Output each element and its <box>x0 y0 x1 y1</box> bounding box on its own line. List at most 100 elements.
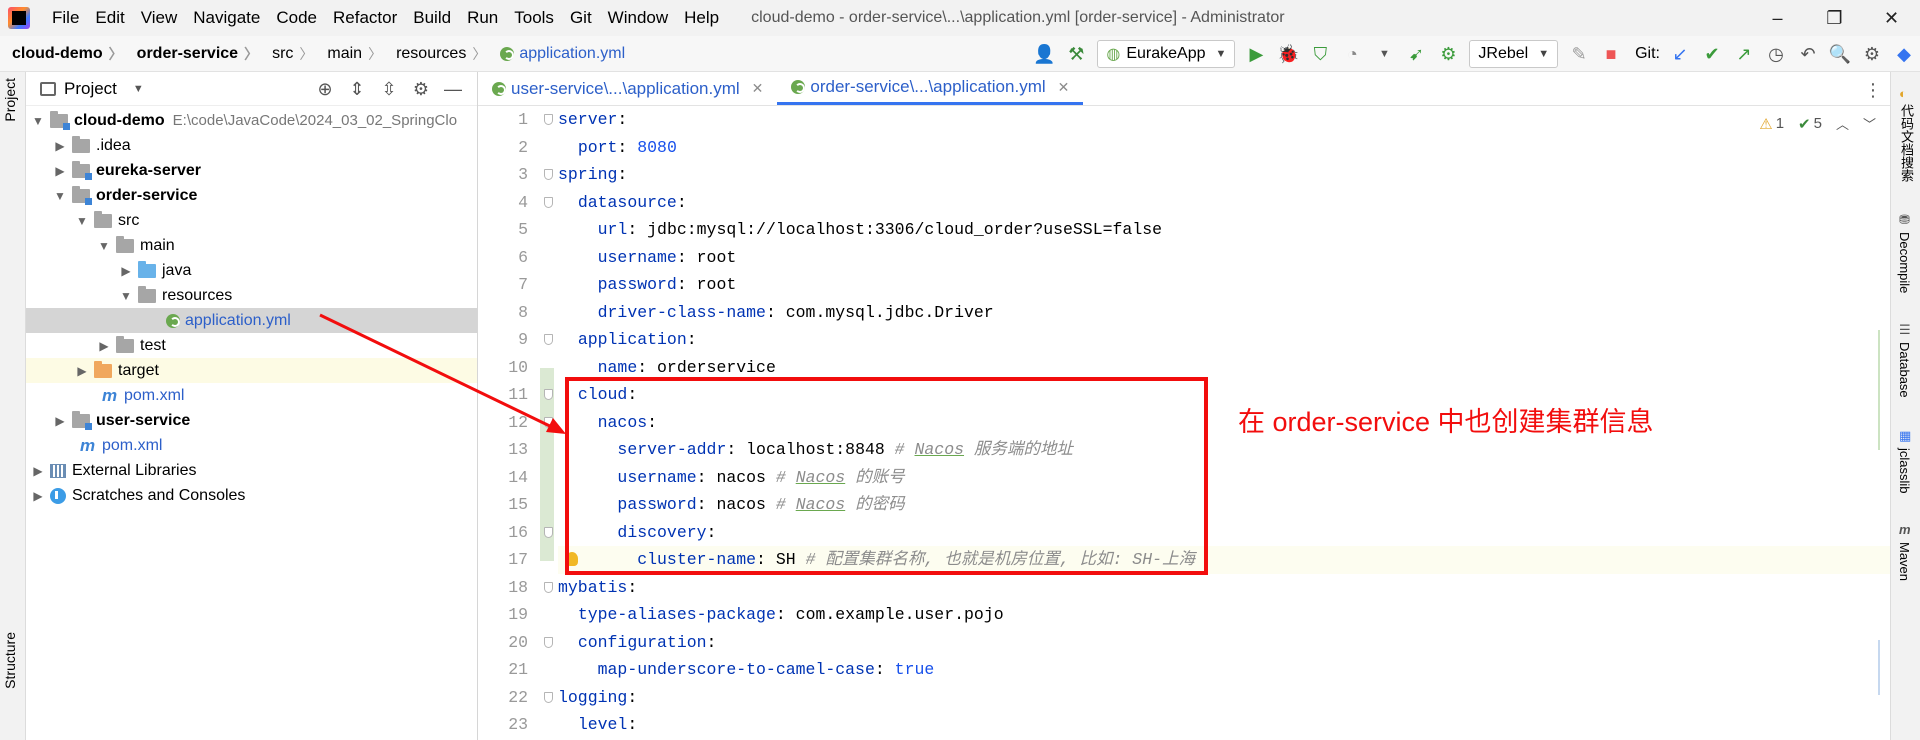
jrebel-run-icon[interactable]: ➹ <box>1402 40 1430 68</box>
menu-tools[interactable]: Tools <box>506 0 562 36</box>
tab-user-service-application-yml[interactable]: user-service\...\application.yml ✕ <box>478 72 777 105</box>
search-icon[interactable]: 🔍 <box>1826 40 1854 68</box>
chevron-up-icon[interactable]: ︿ <box>1836 114 1849 133</box>
code-line[interactable]: password: root <box>558 271 1890 299</box>
restore-button[interactable]: ❐ <box>1806 0 1863 36</box>
tool-tab-doc-search[interactable]: 代码文档搜索 <box>1897 104 1916 182</box>
close-icon[interactable]: ✕ <box>752 80 764 97</box>
expand-all-icon[interactable]: ⇕ <box>341 79 373 100</box>
chevron-down-icon[interactable]: ▼ <box>118 289 134 303</box>
tree-item-main[interactable]: ▼ main <box>26 233 477 258</box>
code-line[interactable]: server: <box>558 106 1890 134</box>
stop-icon[interactable]: ■ <box>1597 40 1625 68</box>
git-commit-icon[interactable]: ✔ <box>1698 40 1726 68</box>
chevron-down-icon[interactable]: ▼ <box>96 239 112 253</box>
fold-marker-icon[interactable] <box>544 691 553 703</box>
tree-item-src[interactable]: ▼ src <box>26 208 477 233</box>
run-icon[interactable]: ▶ <box>1242 40 1270 68</box>
fold-marker-icon[interactable] <box>544 196 553 208</box>
fold-marker-icon[interactable] <box>544 114 553 125</box>
chevron-right-icon[interactable]: ▶ <box>52 164 68 178</box>
menu-refactor[interactable]: Refactor <box>325 0 405 36</box>
code-line[interactable]: spring: <box>558 161 1890 189</box>
tool-tab-maven[interactable]: Maven <box>1897 542 1912 581</box>
inspection-widget[interactable]: ⚠ 1 ✔ 5 ︿ ﹀ <box>1759 114 1876 133</box>
chevron-down-icon[interactable]: ﹀ <box>1863 114 1876 133</box>
chevron-right-icon[interactable]: ▶ <box>74 364 90 378</box>
tree-item-root-pom-xml[interactable]: m pom.xml <box>26 433 477 458</box>
collapse-all-icon[interactable]: ⇳ <box>373 79 405 100</box>
history-icon[interactable]: ◷ <box>1762 40 1790 68</box>
breadcrumb-main[interactable]: main 〉 <box>315 44 384 64</box>
chevron-down-icon[interactable]: ▼ <box>52 189 68 203</box>
hammer-build-icon[interactable]: ⚒ <box>1062 40 1090 68</box>
tree-item-eureka-server[interactable]: ▶ eureka-server <box>26 158 477 183</box>
tab-order-service-application-yml[interactable]: order-service\...\application.yml ✕ <box>777 72 1084 105</box>
close-window-button[interactable]: ✕ <box>1863 0 1920 36</box>
menu-edit[interactable]: Edit <box>87 0 132 36</box>
tree-item-target[interactable]: ▶ target <box>26 358 477 383</box>
tree-item-scratches[interactable]: ▶ Scratches and Consoles <box>26 483 477 508</box>
tree-item-idea[interactable]: ▶ .idea <box>26 133 477 158</box>
debug-icon[interactable]: 🐞 <box>1274 40 1302 68</box>
breadcrumb-cloud-demo[interactable]: cloud-demo 〉 <box>0 44 125 64</box>
git-push-icon[interactable]: ↗ <box>1730 40 1758 68</box>
code-line[interactable]: map-underscore-to-camel-case: true <box>558 656 1890 684</box>
run-config-dropdown[interactable]: ◍ EurakeApp ▼ <box>1097 40 1236 68</box>
code-line[interactable]: username: root <box>558 244 1890 272</box>
menu-build[interactable]: Build <box>405 0 459 36</box>
close-icon[interactable]: ✕ <box>1058 79 1070 96</box>
fold-marker-icon[interactable] <box>544 389 553 400</box>
chevron-right-icon[interactable]: ▶ <box>52 414 68 428</box>
chevron-down-icon[interactable]: ▼ <box>30 114 46 128</box>
chevron-down-icon[interactable]: ▼ <box>133 83 144 95</box>
more-vertical-icon[interactable]: ⋮ <box>1864 80 1882 101</box>
locate-target-icon[interactable]: ⊕ <box>309 79 341 100</box>
chevron-right-icon[interactable]: ▶ <box>96 339 112 353</box>
breadcrumb-order-service[interactable]: order-service 〉 <box>125 44 260 64</box>
tree-item-pom-xml[interactable]: m pom.xml <box>26 383 477 408</box>
minimize-button[interactable]: – <box>1749 0 1806 36</box>
tree-item-test[interactable]: ▶ test <box>26 333 477 358</box>
menu-code[interactable]: Code <box>268 0 325 36</box>
menu-file[interactable]: File <box>44 0 87 36</box>
breadcrumb-application-yml[interactable]: application.yml <box>488 45 627 63</box>
rollback-icon[interactable]: ↶ <box>1794 40 1822 68</box>
settings-gear-icon[interactable]: ⚙ <box>1858 40 1886 68</box>
scrollbar-thumb[interactable] <box>1878 640 1880 695</box>
tree-item-order-service[interactable]: ▼ order-service <box>26 183 477 208</box>
project-tool-tab[interactable]: Project <box>2 78 18 122</box>
tool-tab-database[interactable]: Database <box>1897 342 1912 398</box>
chevron-down-icon[interactable]: ▼ <box>74 214 90 228</box>
toolbox-icon[interactable]: ◆ <box>1890 40 1918 68</box>
fold-marker-icon[interactable] <box>544 526 553 538</box>
fold-marker-icon[interactable] <box>544 636 553 648</box>
menu-git[interactable]: Git <box>562 0 600 36</box>
code-line[interactable]: url: jdbc:mysql://localhost:3306/cloud_o… <box>558 216 1890 244</box>
chevron-right-icon[interactable]: ▶ <box>30 489 46 503</box>
more-run-icon[interactable]: ▼ <box>1370 40 1398 68</box>
tree-item-application-yml[interactable]: application.yml <box>26 308 477 333</box>
coverage-icon[interactable]: ⛉ <box>1306 40 1334 68</box>
chevron-right-icon[interactable]: ▶ <box>118 264 134 278</box>
menu-view[interactable]: View <box>133 0 186 36</box>
structure-tool-tab[interactable]: Structure <box>2 632 18 689</box>
menu-window[interactable]: Window <box>600 0 676 36</box>
profiler-icon[interactable]: ◔ <box>1338 40 1366 68</box>
hide-panel-icon[interactable]: — <box>437 79 469 100</box>
tree-item-user-service[interactable]: ▶ user-service <box>26 408 477 433</box>
fold-marker-icon[interactable] <box>544 416 553 428</box>
code-line[interactable]: mybatis: <box>558 574 1890 602</box>
breadcrumb-src[interactable]: src 〉 <box>260 44 315 64</box>
git-update-icon[interactable]: ↙ <box>1666 40 1694 68</box>
chevron-right-icon[interactable]: ▶ <box>30 464 46 478</box>
code-line[interactable]: port: 8080 <box>558 134 1890 162</box>
menu-help[interactable]: Help <box>676 0 727 36</box>
tool-tab-decompile[interactable]: Decompile <box>1897 232 1912 293</box>
fold-marker-icon[interactable] <box>544 334 553 345</box>
code-line[interactable]: type-aliases-package: com.example.user.p… <box>558 601 1890 629</box>
code-line[interactable]: configuration: <box>558 629 1890 657</box>
user-icon[interactable]: 👤 <box>1030 40 1058 68</box>
breadcrumb-resources[interactable]: resources 〉 <box>384 44 488 64</box>
tree-item-cloud-demo[interactable]: ▼ cloud-demo E:\code\JavaCode\2024_03_02… <box>26 108 477 133</box>
